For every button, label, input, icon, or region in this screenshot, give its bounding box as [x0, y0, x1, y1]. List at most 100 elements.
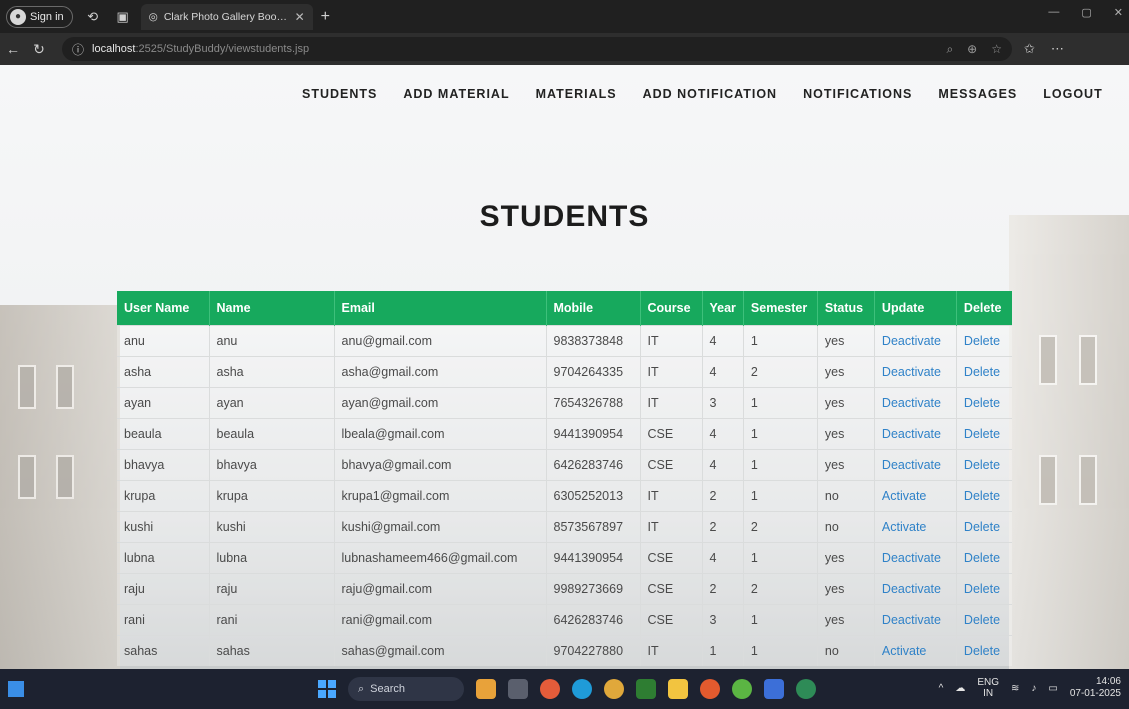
chrome-browser-icon[interactable]: [604, 679, 624, 699]
delete-link[interactable]: Delete: [956, 355, 1013, 387]
cell-course: CSE: [640, 603, 703, 635]
onedrive-icon[interactable]: ☁: [955, 683, 965, 694]
update-status-link[interactable]: Deactivate: [874, 603, 957, 635]
nav-logout[interactable]: LOGOUT: [1043, 87, 1102, 101]
top-navigation: STUDENTS ADD MATERIAL MATERIALS ADD NOTI…: [302, 87, 1103, 101]
refresh-icon[interactable]: ↻: [26, 41, 52, 58]
update-status-link[interactable]: Activate: [874, 510, 957, 542]
background-window: [56, 455, 74, 499]
cell-email: bhavya@gmail.com: [334, 448, 547, 480]
delete-link[interactable]: Delete: [956, 448, 1013, 480]
delete-link[interactable]: Delete: [956, 541, 1013, 573]
file-explorer-icon[interactable]: [668, 679, 688, 699]
weather-widget-icon[interactable]: [476, 679, 496, 699]
windows-start-icon[interactable]: [318, 680, 336, 698]
update-status-link[interactable]: Deactivate: [874, 355, 957, 387]
app-icon[interactable]: [732, 679, 752, 699]
cell-status: yes: [817, 448, 875, 480]
cell-semester: 1: [743, 634, 818, 666]
background-window: [1079, 335, 1097, 385]
cell-name: asha: [209, 355, 335, 387]
nav-messages[interactable]: MESSAGES: [938, 87, 1017, 101]
nav-add-notification[interactable]: ADD NOTIFICATION: [643, 87, 778, 101]
app-icon[interactable]: [540, 679, 560, 699]
minimize-icon[interactable]: —: [1048, 6, 1059, 19]
nav-notifications[interactable]: NOTIFICATIONS: [803, 87, 912, 101]
update-status-link[interactable]: Deactivate: [874, 386, 957, 418]
delete-link[interactable]: Delete: [956, 479, 1013, 511]
profile-button[interactable]: ● Sign in: [6, 5, 73, 28]
delete-link[interactable]: Delete: [956, 572, 1013, 604]
background-window: [1079, 455, 1097, 505]
update-status-link[interactable]: Deactivate: [874, 324, 957, 356]
profile-label: Sign in: [30, 10, 64, 23]
browser-tab[interactable]: ◎ Clark Photo Gallery Bootstrap Re ✕: [140, 3, 313, 30]
cell-mobile: 9838373848: [546, 324, 641, 356]
cell-email: sahas@gmail.com: [334, 634, 547, 666]
column-header-course: Course: [640, 291, 703, 325]
back-icon[interactable]: ←: [0, 41, 26, 57]
delete-link[interactable]: Delete: [956, 324, 1013, 356]
restore-icon[interactable]: ▢: [1081, 6, 1091, 19]
task-view-icon[interactable]: [508, 679, 528, 699]
cell-username: asha: [117, 355, 210, 387]
language-indicator[interactable]: ENG IN: [977, 677, 999, 699]
vscode-icon[interactable]: [764, 679, 784, 699]
xbox-icon[interactable]: [796, 679, 816, 699]
update-status-link[interactable]: Deactivate: [874, 448, 957, 480]
cell-status: no: [817, 634, 875, 666]
info-icon[interactable]: ⓘ: [72, 41, 84, 58]
search-page-icon[interactable]: ⌕: [946, 42, 953, 57]
close-window-icon[interactable]: ✕: [1114, 6, 1123, 19]
workspaces-icon[interactable]: ⟲: [83, 7, 103, 27]
more-options-icon[interactable]: ⋯: [1051, 41, 1064, 57]
cell-mobile: 9989273669: [546, 572, 641, 604]
tab-actions-icon[interactable]: ▣: [113, 7, 133, 27]
app-icon[interactable]: [636, 679, 656, 699]
delete-link[interactable]: Delete: [956, 386, 1013, 418]
clock-time: 14:06: [1095, 676, 1121, 687]
update-status-link[interactable]: Activate: [874, 634, 957, 666]
delete-link[interactable]: Delete: [956, 603, 1013, 635]
widgets-icon[interactable]: [8, 681, 24, 697]
new-tab-icon[interactable]: +: [321, 8, 330, 26]
favorite-star-icon[interactable]: ☆: [991, 42, 1002, 57]
taskbar-search[interactable]: ⌕ Search: [348, 677, 464, 701]
update-status-link[interactable]: Deactivate: [874, 572, 957, 604]
cell-status: yes: [817, 541, 875, 573]
cell-semester: 2: [743, 355, 818, 387]
delete-link[interactable]: Delete: [956, 634, 1013, 666]
cell-status: yes: [817, 355, 875, 387]
clock[interactable]: 14:06 07-01-2025: [1070, 676, 1121, 700]
volume-icon[interactable]: ♪: [1031, 683, 1036, 694]
cell-status: yes: [817, 324, 875, 356]
wifi-icon[interactable]: ≋: [1011, 683, 1019, 694]
cell-name: rani: [209, 603, 335, 635]
favorites-icon[interactable]: ✩: [1024, 41, 1035, 57]
delete-link[interactable]: Delete: [956, 417, 1013, 449]
close-tab-icon[interactable]: ✕: [295, 10, 305, 24]
cell-year: 3: [702, 603, 744, 635]
update-status-link[interactable]: Deactivate: [874, 417, 957, 449]
url-actions: ⌕ ⊕ ☆: [946, 42, 1002, 57]
delete-link[interactable]: Delete: [956, 510, 1013, 542]
cell-course: IT: [640, 355, 703, 387]
cell-course: CSE: [640, 541, 703, 573]
app-icon[interactable]: [700, 679, 720, 699]
cell-username: beaula: [117, 417, 210, 449]
nav-materials[interactable]: MATERIALS: [536, 87, 617, 101]
cell-semester: 2: [743, 572, 818, 604]
nav-students[interactable]: STUDENTS: [302, 87, 377, 101]
cell-semester: 1: [743, 448, 818, 480]
nav-add-material[interactable]: ADD MATERIAL: [403, 87, 509, 101]
url-field[interactable]: ⓘ localhost :2525/StudyBuddy/viewstudent…: [62, 37, 1012, 61]
column-header-status: Status: [817, 291, 875, 325]
edge-browser-icon[interactable]: [572, 679, 592, 699]
chevron-up-icon[interactable]: ^: [939, 683, 944, 694]
zoom-icon[interactable]: ⊕: [967, 42, 977, 57]
tab-favicon-icon: ◎: [148, 10, 158, 23]
page-title: STUDENTS: [479, 200, 650, 233]
update-status-link[interactable]: Deactivate: [874, 541, 957, 573]
update-status-link[interactable]: Activate: [874, 479, 957, 511]
battery-icon[interactable]: ▭: [1048, 683, 1057, 694]
